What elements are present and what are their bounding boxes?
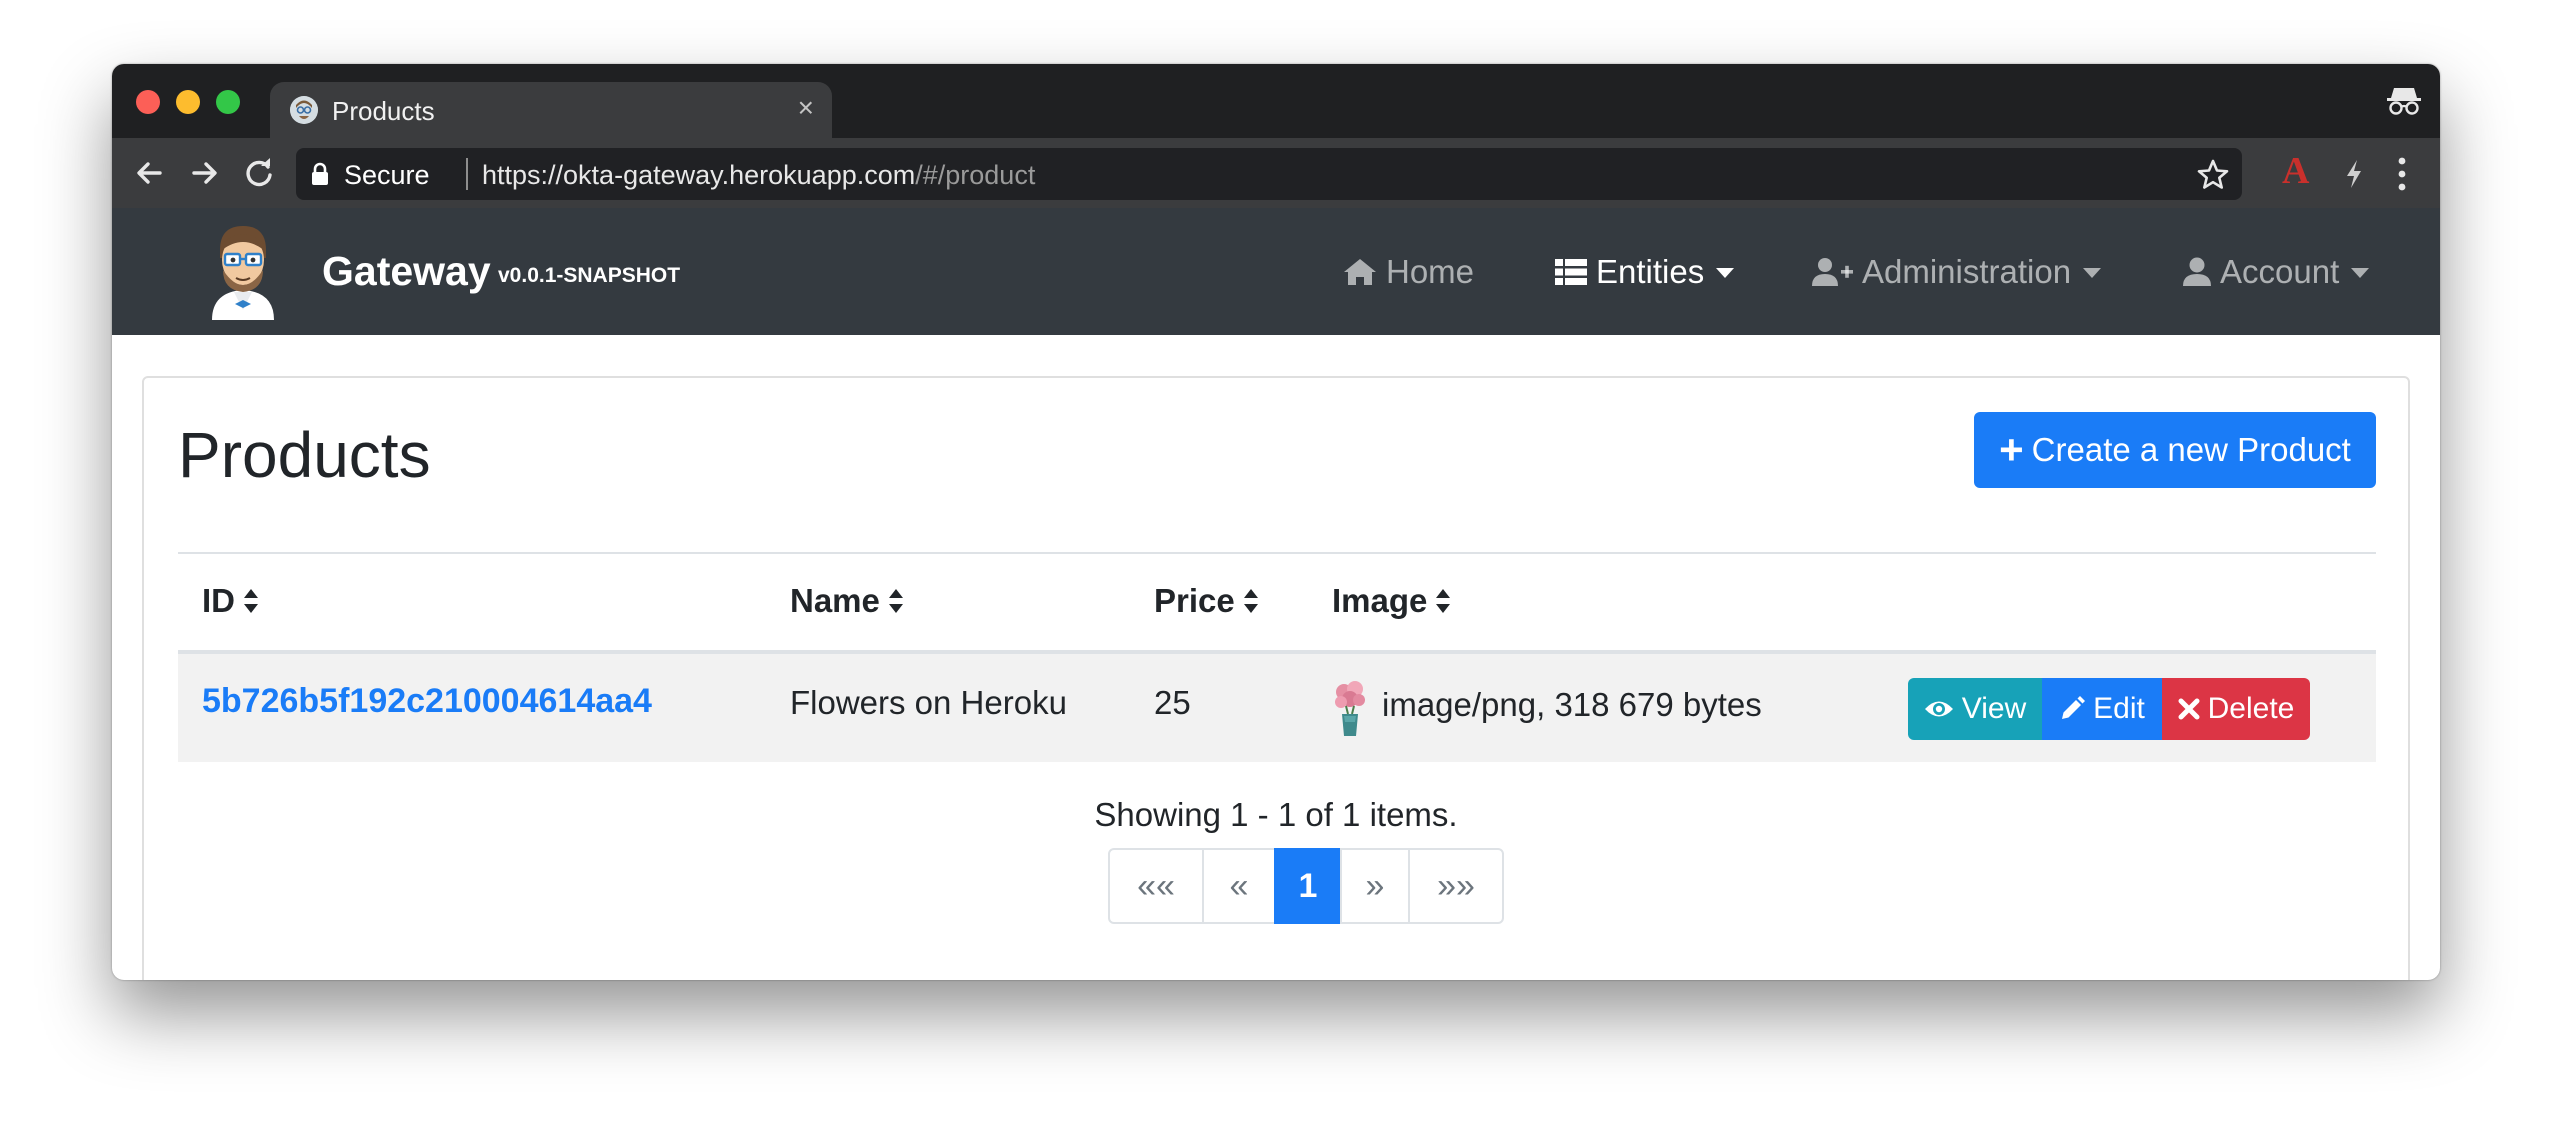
edit-label: Edit (2093, 692, 2145, 725)
minimize-window-button[interactable] (176, 90, 200, 114)
pdf-extension-icon[interactable]: A (2282, 152, 2309, 190)
nav-administration[interactable]: Administration (1812, 250, 2102, 294)
url-base: https://okta-gateway.herokuapp.com (482, 160, 916, 190)
sort-icon (888, 589, 903, 613)
items-count-info: Showing 1 - 1 of 1 items. (1094, 796, 1458, 833)
browser-window: Products × Secure https://okta-gateway.h… (112, 64, 2440, 980)
column-label: Image (1332, 582, 1428, 619)
times-icon (2178, 698, 2200, 720)
nav-home-label: Home (1386, 253, 1475, 290)
chevron-down-icon (1716, 268, 1735, 278)
chevron-down-icon (2083, 268, 2102, 278)
address-bar[interactable]: Secure https://okta-gateway.herokuapp.co… (296, 148, 2242, 200)
sort-icon (1436, 589, 1451, 613)
bookmark-star-icon[interactable] (2196, 158, 2230, 190)
more-menu-icon[interactable] (2396, 156, 2408, 192)
chevron-down-icon (2351, 268, 2370, 278)
browser-toolbar: Secure https://okta-gateway.herokuapp.co… (112, 138, 2440, 208)
table-row: 5b726b5f192c210004614aa4 Flowers on Hero… (178, 654, 2376, 762)
maximize-window-button[interactable] (216, 90, 240, 114)
products-card: Products + Create a new Product ID Name … (142, 376, 2410, 980)
nav-entities-label: Entities (1596, 253, 1705, 290)
column-label: ID (202, 582, 235, 619)
flower-thumbnail-icon[interactable] (1330, 678, 1370, 738)
view-label: View (1961, 692, 2027, 725)
nav-entities[interactable]: Entities (1554, 250, 1735, 294)
row-actions: View Edit Delete (1908, 678, 2310, 740)
sort-icon (244, 589, 258, 613)
close-window-button[interactable] (136, 90, 160, 114)
column-label: Price (1154, 582, 1235, 619)
create-product-label: Create a new Product (2031, 431, 2351, 468)
nav-home[interactable]: Home (1342, 250, 1474, 294)
tab-close-icon[interactable]: × (798, 94, 814, 122)
app-navbar: Gateway v0.0.1-SNAPSHOT Home Entities Ad… (112, 208, 2440, 335)
list-icon (1555, 259, 1587, 285)
omnibox-divider (466, 158, 468, 190)
url-text[interactable]: https://okta-gateway.herokuapp.com/#/pro… (482, 160, 1035, 191)
tab-strip: Products × (112, 64, 2440, 138)
previous-page-button[interactable]: « (1202, 848, 1276, 924)
first-page-button[interactable]: «« (1108, 848, 1204, 924)
secure-label: Secure (344, 160, 430, 190)
lock-icon (312, 162, 328, 185)
nav-account[interactable]: Account (2182, 250, 2370, 294)
page-1-button[interactable]: 1 (1274, 848, 1342, 924)
column-header-name[interactable]: Name (790, 582, 904, 620)
user-icon (2183, 257, 2211, 286)
page-title: Products (178, 419, 431, 491)
nav-administration-label: Administration (1862, 253, 2072, 290)
column-header-price[interactable]: Price (1154, 582, 1259, 620)
create-product-button[interactable]: + Create a new Product (1974, 412, 2376, 488)
back-arrow-icon[interactable] (130, 154, 168, 192)
reload-icon[interactable] (240, 154, 278, 192)
delete-label: Delete (2207, 692, 2295, 725)
table-top-border (178, 552, 2376, 554)
logo-avatar-icon[interactable] (204, 220, 282, 320)
brand-name[interactable]: Gateway (322, 248, 491, 295)
edit-button[interactable]: Edit (2042, 678, 2162, 740)
forward-arrow-icon[interactable] (186, 154, 224, 192)
pencil-icon (2062, 696, 2086, 719)
home-icon (1344, 259, 1376, 285)
version-label: v0.0.1-SNAPSHOT (498, 264, 681, 287)
plus-icon: + (1999, 426, 2024, 473)
view-button[interactable]: View (1908, 678, 2042, 740)
next-page-button[interactable]: » (1340, 848, 1410, 924)
incognito-icon (2387, 88, 2421, 115)
delete-button[interactable]: Delete (2162, 678, 2310, 740)
image-info[interactable]: image/png, 318 679 bytes (1382, 686, 1762, 724)
browser-tab[interactable]: Products × (270, 82, 832, 138)
pagination: «« « 1 » »» (1108, 848, 1504, 924)
nav-account-label: Account (2220, 253, 2340, 290)
product-id-link[interactable]: 5b726b5f192c210004614aa4 (202, 682, 652, 721)
sort-icon (1243, 589, 1258, 613)
last-page-button[interactable]: »» (1408, 848, 1504, 924)
favicon-icon (290, 96, 318, 124)
product-name: Flowers on Heroku (790, 684, 1067, 721)
eye-icon (1924, 701, 1953, 717)
column-header-id[interactable]: ID (202, 582, 259, 620)
column-label: Name (790, 582, 880, 619)
column-header-image[interactable]: Image (1332, 582, 1451, 620)
user-plus-icon (1812, 258, 1853, 286)
tab-title: Products (332, 96, 435, 126)
lightning-extension-icon[interactable] (2342, 158, 2366, 190)
url-path: /#/product (915, 160, 1036, 190)
product-price: 25 (1154, 684, 1191, 721)
